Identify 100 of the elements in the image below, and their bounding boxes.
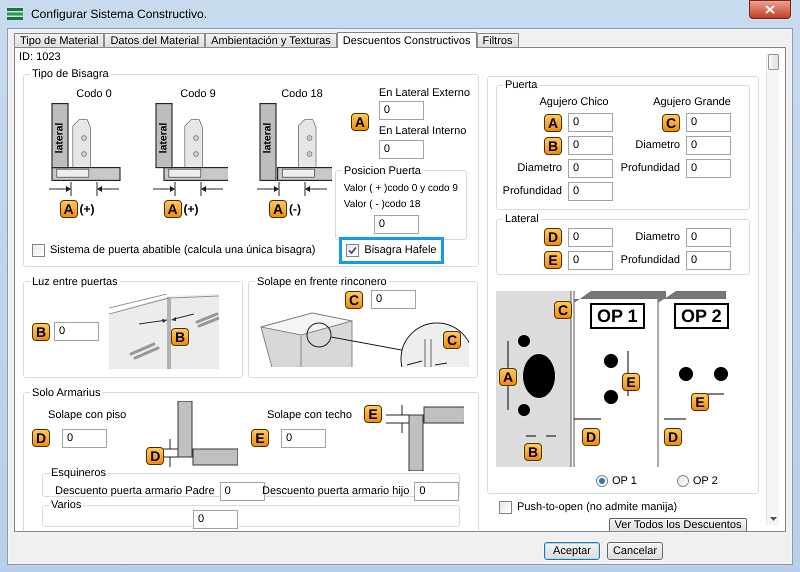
option-title: OP 1 (590, 302, 645, 328)
dialog-button[interactable]: Cancelar (607, 542, 663, 560)
number-field[interactable]: 0 (414, 482, 460, 500)
group-title: Lateral (504, 212, 540, 227)
number-field[interactable]: 0 (686, 250, 731, 270)
tab[interactable]: Tipo de Material (14, 33, 104, 47)
id-label: ID: 1023 (19, 50, 62, 64)
group-title: Solo Armarius (31, 386, 102, 400)
letter-badge: A (164, 200, 182, 218)
sign-label: (+) (184, 201, 198, 218)
group-title: Esquineros (50, 466, 108, 481)
letter-badge: A (350, 112, 369, 130)
group-title: Luz entre puertas (31, 274, 119, 290)
letter-badge: D (544, 228, 562, 246)
number-field[interactable]: 0 (371, 290, 416, 309)
field-label: Profundidad (620, 252, 680, 268)
dimension-arrows-icon (257, 182, 327, 196)
field-label: Diametro (635, 230, 680, 245)
checkbox[interactable] (32, 244, 45, 257)
scrollbar-thumb[interactable] (768, 54, 778, 70)
dimension-arrows-icon (49, 182, 119, 196)
number-field[interactable]: 0 (686, 136, 731, 155)
hinge-label: Codo 18 (281, 86, 323, 102)
number-field[interactable]: 0 (686, 113, 731, 132)
field-label: Profundidad (620, 161, 680, 176)
number-field[interactable]: 0 (686, 159, 731, 178)
letter-badge: B (544, 136, 562, 154)
field-label: En Lateral Interno (378, 124, 468, 139)
letter-badge: A (499, 368, 517, 386)
option-title: OP 2 (674, 302, 729, 328)
tab[interactable]: Filtros (476, 33, 518, 47)
letter-badge: D (582, 428, 600, 446)
side-label: lateral (54, 122, 66, 154)
window-title: Configurar Sistema Constructivo. (31, 6, 208, 23)
radio-label: OP 2 (692, 474, 718, 488)
sign-label: (+) (80, 201, 94, 218)
group-title: Tipo de Bisagra (31, 67, 110, 82)
note-text: Valor ( - )codo 18 (344, 198, 420, 211)
letter-badge: E (364, 405, 382, 423)
close-button[interactable] (749, 0, 791, 19)
letter-badge: B (171, 328, 189, 346)
number-field[interactable]: 0 (62, 428, 107, 448)
number-field[interactable]: 0 (568, 250, 613, 270)
number-field[interactable]: 0 (378, 101, 424, 120)
letter-badge: D (146, 447, 164, 465)
number-field[interactable]: 0 (378, 140, 424, 158)
tab[interactable]: Descuentos Constructivos (336, 32, 477, 48)
letter-badge: C (662, 114, 680, 132)
column-title: Agujero Chico (539, 94, 609, 110)
field-label: Descuento puerta armario hijo (262, 484, 410, 499)
letter-badge: D (664, 428, 682, 446)
number-field[interactable]: 0 (568, 113, 613, 132)
checkbox-label: Sistema de puerta abatible (calcula una única bisagra) (50, 243, 316, 258)
side-label: lateral (158, 122, 170, 154)
group-title: Puerta (504, 78, 538, 93)
tab[interactable]: Ambientación y Texturas (205, 33, 337, 47)
checkbox[interactable] (499, 500, 512, 514)
letter-badge: B (32, 322, 50, 340)
letter-badge: A (269, 200, 287, 218)
vertical-scrollbar[interactable] (766, 54, 779, 525)
letter-badge: E (251, 429, 269, 447)
sign-label: (-) (289, 201, 301, 218)
letter-badge: D (32, 429, 50, 447)
field-label: Profundidad (502, 184, 562, 200)
checkbox-label: Push-to-open (no admite manija) (517, 500, 678, 515)
letter-badge: C (554, 300, 572, 318)
letter-badge: C (443, 331, 461, 349)
number-field[interactable]: 0 (281, 428, 326, 448)
field-label: Diametro (517, 161, 562, 176)
field-label: Descuento puerta armario Padre (55, 484, 215, 499)
radio-label: OP 1 (612, 474, 637, 488)
scroll-down-icon[interactable] (770, 517, 776, 521)
radio-button[interactable] (596, 474, 608, 487)
number-field[interactable]: 0 (374, 215, 419, 234)
number-field[interactable]: 0 (568, 228, 613, 246)
group-title: Solape en frente rinconero (256, 274, 388, 290)
number-field[interactable]: 0 (568, 159, 613, 178)
number-field[interactable]: 0 (568, 182, 613, 201)
number-field[interactable]: 0 (54, 322, 99, 341)
checkbox[interactable] (346, 244, 360, 257)
letter-badge: C (345, 290, 363, 308)
letter-badge: B (524, 442, 542, 460)
tab[interactable]: Datos del Material (104, 33, 206, 47)
letter-badge: A (544, 114, 562, 132)
letter-badge: E (691, 392, 709, 410)
field-label: En Lateral Externo (378, 86, 470, 100)
radio-button[interactable] (676, 474, 689, 487)
close-icon (765, 5, 775, 14)
number-field[interactable]: 0 (686, 228, 731, 246)
letter-badge: A (60, 200, 78, 218)
number-field[interactable]: 0 (193, 510, 238, 528)
group-title: Posicion Puerta (342, 164, 422, 178)
letter-badge: E (622, 372, 640, 390)
dimension-arrows-icon (153, 182, 223, 196)
field-label: Solape con piso (48, 408, 126, 423)
number-field[interactable]: 0 (568, 136, 613, 155)
checkmark-icon (348, 246, 358, 255)
dialog-button[interactable]: Aceptar (544, 542, 600, 560)
side-label: lateral (262, 122, 274, 154)
show-all-button[interactable]: Ver Todos los Descuentos (609, 518, 747, 531)
